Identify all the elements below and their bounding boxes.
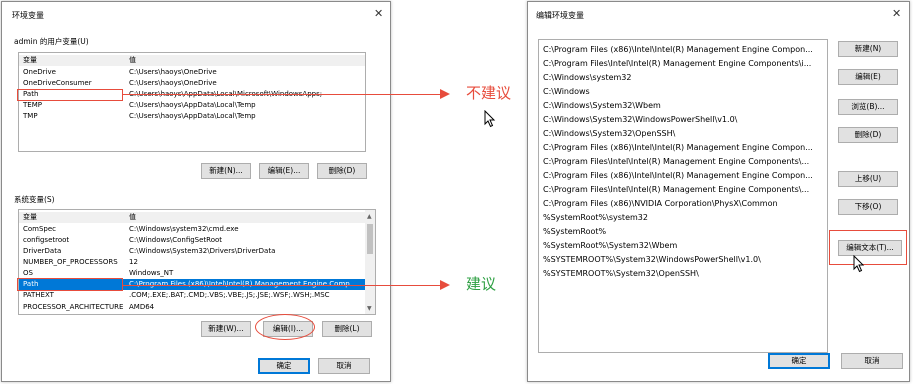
list-item[interactable]: %SYSTEMROOT%\System32\OpenSSH\ [543,267,823,281]
list-item[interactable]: %SystemRoot% [543,225,823,239]
new-button[interactable]: 新建(N) [838,41,898,57]
column-header-variable: 变量 [23,56,37,64]
column-header-value: 值 [129,213,136,221]
list-item[interactable]: %SystemRoot%\System32\Wbem [543,239,823,253]
user-vars-table[interactable]: 变量 值 OneDrive C:\Users\haoys\OneDrive On… [18,52,366,152]
browse-button[interactable]: 浏览(B)... [838,99,898,115]
arrow-head-bottom [440,280,450,290]
var-value: C:\Windows\ConfigSetRoot [129,236,223,244]
scroll-thumb[interactable] [367,224,373,254]
list-item[interactable]: C:\Windows\System32\Wbem [543,99,823,113]
list-item[interactable]: C:\Program Files\Intel\Intel(R) Manageme… [543,183,823,197]
list-item[interactable]: C:\Windows\System32\WindowsPowerShell\v1… [543,113,823,127]
table-row[interactable]: ComSpec C:\Windows\system32\cmd.exe [19,224,365,235]
column-header-value: 值 [129,56,136,64]
table-row[interactable]: PROCESSOR_ARCHITECTURE AMD64 [19,303,365,312]
column-header-variable: 变量 [23,213,37,221]
mouse-cursor-icon [853,255,865,273]
var-name: TEMP [23,101,42,109]
table-row[interactable]: OneDrive C:\Users\haoys\OneDrive [19,67,365,78]
var-value: C:\Users\haoys\AppData\Local\Temp [129,101,256,109]
ok-button[interactable]: 确定 [258,358,310,374]
list-item[interactable]: C:\Program Files (x86)\Intel\Intel(R) Ma… [543,141,823,155]
system-vars-table[interactable]: 变量 值 ComSpec C:\Windows\system32\cmd.exe… [18,209,376,315]
arrow-line-top [123,94,443,95]
edit-button[interactable]: 编辑(E) [838,69,898,85]
system-vars-label: 系统变量(S) [14,195,55,204]
delete-button[interactable]: 删除(D) [838,127,898,143]
table-row[interactable]: TEMP C:\Users\haoys\AppData\Local\Temp [19,100,365,111]
scroll-down-icon[interactable]: ▼ [367,305,372,312]
move-down-button[interactable]: 下移(O) [838,199,898,215]
list-item[interactable]: C:\Program Files\Intel\Intel(R) Manageme… [543,155,823,169]
table-row[interactable]: DriverData C:\Windows\System32\Drivers\D… [19,246,365,257]
move-up-button[interactable]: 上移(U) [838,171,898,187]
list-item[interactable]: %SYSTEMROOT%\System32\WindowsPowerShell\… [543,253,823,267]
var-name: PATHEXT [23,291,54,299]
highlight-edit-text-button [829,230,907,265]
user-edit-button[interactable]: 编辑(E)... [259,163,309,179]
mouse-cursor-icon [484,110,496,128]
var-name: OneDrive [23,68,56,76]
table-header: 变量 值 [19,212,365,223]
ok-button[interactable]: 确定 [768,353,830,369]
var-name: TMP [23,112,38,120]
var-name: DriverData [23,247,62,255]
close-icon[interactable]: ✕ [892,8,901,19]
var-name: OneDriveConsumer [23,79,92,87]
arrow-line-bottom [123,285,443,286]
scroll-up-icon[interactable]: ▲ [367,213,372,220]
highlight-system-path [17,278,123,291]
var-name: PROCESSOR_ARCHITECTURE [23,303,124,311]
var-value: 12 [129,258,138,266]
table-row[interactable]: TMP C:\Users\haoys\AppData\Local\Temp [19,111,365,122]
list-item[interactable]: C:\Program Files (x86)\Intel\Intel(R) Ma… [543,43,823,57]
cancel-button[interactable]: 取消 [318,358,370,374]
list-item[interactable]: C:\Program Files\Intel\Intel(R) Manageme… [543,57,823,71]
vertical-scrollbar[interactable]: ▲ ▼ [365,210,375,314]
var-value: Windows_NT [129,269,174,277]
var-name: ComSpec [23,225,57,233]
user-vars-label: admin 的用户变量(U) [14,37,89,46]
environment-variables-dialog: 环境变量 ✕ admin 的用户变量(U) 变量 值 OneDrive C:\U… [1,1,391,382]
close-icon[interactable]: ✕ [374,8,383,19]
var-value: C:\Windows\system32\cmd.exe [129,225,239,233]
user-new-button[interactable]: 新建(N)... [201,163,251,179]
var-name: NUMBER_OF_PROCESSORS [23,258,118,266]
not-recommended-label: 不建议 [466,84,512,102]
list-item[interactable]: C:\Windows\system32 [543,71,823,85]
table-row[interactable]: PATHEXT .COM;.EXE;.BAT;.CMD;.VBS;.VBE;.J… [19,290,365,301]
highlight-edit-ellipse [255,314,315,340]
dialog-title: 编辑环境变量 [536,11,584,20]
cancel-button[interactable]: 取消 [841,353,903,369]
list-item[interactable]: C:\Program Files (x86)\Intel\Intel(R) Ma… [543,169,823,183]
table-row[interactable]: OneDriveConsumer C:\Users\haoys\OneDrive [19,78,365,89]
var-name: configsetroot [23,236,70,244]
table-row[interactable]: configsetroot C:\Windows\ConfigSetRoot [19,235,365,246]
var-value: .COM;.EXE;.BAT;.CMD;.VBS;.VBE;.JS;.JSE;.… [129,291,330,299]
var-value: C:\Windows\System32\Drivers\DriverData [129,247,276,255]
edit-environment-variable-dialog: 编辑环境变量 ✕ C:\Program Files (x86)\Intel\In… [527,1,910,382]
var-value: AMD64 [129,303,155,311]
system-new-button[interactable]: 新建(W)... [201,321,251,337]
arrow-head-top [440,89,450,99]
path-list[interactable]: C:\Program Files (x86)\Intel\Intel(R) Ma… [538,39,828,353]
dialog-title: 环境变量 [12,11,44,20]
list-item[interactable]: C:\Windows [543,85,823,99]
recommended-label: 建议 [466,275,497,293]
user-delete-button[interactable]: 删除(D) [317,163,367,179]
highlight-user-path [17,89,123,101]
table-header: 变量 值 [19,55,365,66]
var-value: C:\Users\haoys\OneDrive [129,68,217,76]
system-delete-button[interactable]: 删除(L) [322,321,372,337]
var-value: C:\Users\haoys\OneDrive [129,79,217,87]
list-item[interactable]: %SystemRoot%\system32 [543,211,823,225]
table-row[interactable]: NUMBER_OF_PROCESSORS 12 [19,257,365,268]
var-value: C:\Users\haoys\AppData\Local\Temp [129,112,256,120]
list-item[interactable]: C:\Program Files (x86)\NVIDIA Corporatio… [543,197,823,211]
list-item[interactable]: C:\Windows\System32\OpenSSH\ [543,127,823,141]
